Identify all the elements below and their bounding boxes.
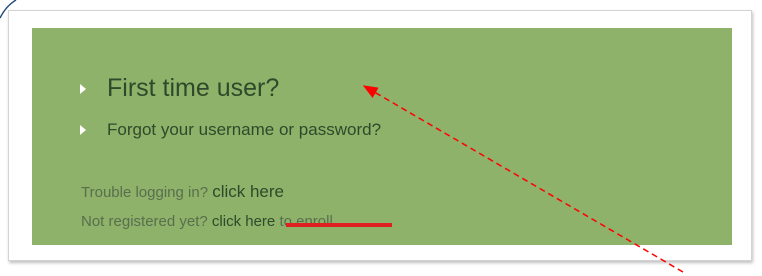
first-time-user-row[interactable]: First time user? bbox=[80, 74, 279, 103]
trouble-logging-in-line: Trouble logging in? click here bbox=[81, 182, 284, 202]
enroll-click-here-link[interactable]: click here bbox=[212, 213, 275, 230]
forgot-credentials-link[interactable]: Forgot your username or password? bbox=[107, 120, 381, 140]
bullet-arrow-icon bbox=[80, 125, 86, 135]
trouble-prefix-text: Trouble logging in? bbox=[81, 184, 209, 201]
first-time-user-link[interactable]: First time user? bbox=[107, 74, 279, 103]
register-prefix-text: Not registered yet? bbox=[81, 213, 208, 230]
bullet-arrow-icon bbox=[80, 83, 86, 94]
register-suffix-text: to enroll bbox=[279, 213, 333, 230]
trouble-click-here-link[interactable]: click here bbox=[212, 182, 284, 201]
forgot-credentials-row[interactable]: Forgot your username or password? bbox=[80, 120, 381, 140]
not-registered-line: Not registered yet? click here to enroll bbox=[81, 213, 333, 230]
corner-border-line bbox=[0, 0, 17, 19]
